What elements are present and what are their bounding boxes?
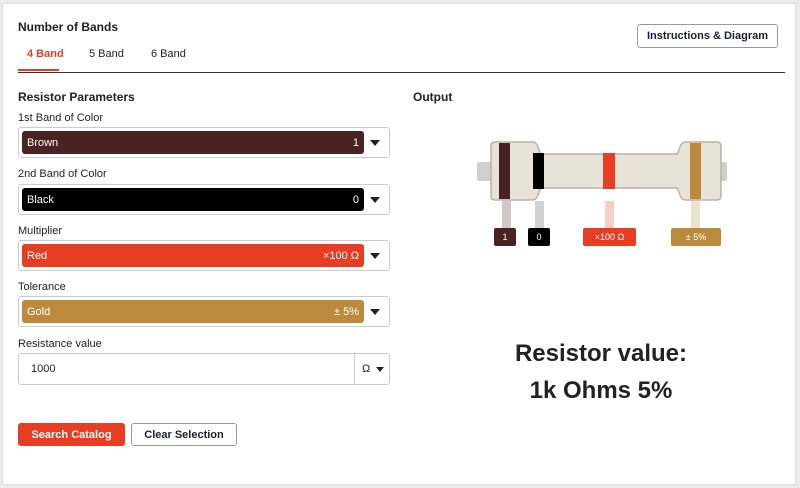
multiplier-selected-value: Red ×100 Ω — [22, 244, 364, 267]
band2-selected-value: Black 0 — [22, 188, 364, 211]
chevron-down-icon[interactable] — [376, 367, 384, 372]
multiplier-label: Multiplier — [18, 225, 63, 237]
chevron-down-icon[interactable] — [370, 253, 380, 259]
tolerance-leader-line — [691, 201, 700, 229]
multiplier-value: ×100 Ω — [322, 249, 359, 262]
band1-selected-value: Brown 1 — [22, 131, 364, 154]
resistor-band-2 — [533, 153, 544, 189]
band-2-leader-line — [535, 201, 544, 229]
unit-divider — [354, 354, 355, 384]
tab-5-band[interactable]: 5 Band — [89, 48, 124, 60]
resistance-value-field: Ω — [18, 353, 390, 385]
chevron-down-icon[interactable] — [370, 140, 380, 146]
tolerance-value-label: ± 5% — [671, 228, 721, 246]
band2-select[interactable]: Black 0 — [18, 184, 390, 215]
active-tab-indicator — [18, 69, 59, 71]
multiplier-color-name: Red — [27, 249, 48, 262]
output-title: Output — [413, 90, 453, 104]
tolerance-label: Tolerance — [18, 281, 66, 293]
resistor-parameters-title: Resistor Parameters — [18, 90, 135, 104]
tabs-divider — [18, 72, 785, 73]
resistance-value-input[interactable] — [20, 355, 352, 383]
band1-label: 1st Band of Color — [18, 112, 103, 124]
tolerance-selected-value: Gold ± 5% — [22, 300, 364, 323]
tolerance-value: ± 5% — [334, 305, 359, 318]
band-1-value-label: 1 — [494, 228, 516, 246]
search-catalog-button[interactable]: Search Catalog — [18, 423, 125, 446]
band1-color-name: Brown — [27, 136, 59, 149]
tolerance-select[interactable]: Gold ± 5% — [18, 296, 390, 327]
resistor-band-1 — [499, 143, 510, 199]
band2-digit: 0 — [352, 193, 359, 206]
resistor-value-result: 1k Ohms 5% — [529, 377, 673, 404]
band2-label: 2nd Band of Color — [18, 168, 107, 180]
band1-digit: 1 — [352, 136, 359, 149]
clear-selection-button[interactable]: Clear Selection — [131, 423, 237, 446]
multiplier-select[interactable]: Red ×100 Ω — [18, 240, 390, 271]
resistor-band-multiplier — [603, 153, 615, 189]
chevron-down-icon[interactable] — [370, 197, 380, 203]
unit-select[interactable]: Ω — [362, 363, 370, 375]
tab-4-band[interactable]: 4 Band — [27, 48, 64, 60]
band2-color-name: Black — [27, 193, 54, 206]
tab-6-band[interactable]: 6 Band — [151, 48, 186, 60]
resistance-value-label: Resistance value — [18, 338, 102, 350]
number-of-bands-title: Number of Bands — [18, 20, 119, 34]
instructions-diagram-button[interactable]: Instructions & Diagram — [637, 24, 778, 48]
band-2-value-label: 0 — [528, 228, 550, 246]
resistor-band-tolerance — [690, 143, 701, 199]
tolerance-color-name: Gold — [27, 305, 51, 318]
calculator-card: Number of Bands 4 Band 5 Band 6 Band Ins… — [2, 3, 796, 485]
multiplier-leader-line — [605, 201, 614, 229]
band-1-leader-line — [502, 201, 511, 229]
resistor-value-heading: Resistor value: — [514, 340, 688, 367]
band1-select[interactable]: Brown 1 — [18, 127, 390, 158]
multiplier-value-label: ×100 Ω — [583, 228, 636, 246]
chevron-down-icon[interactable] — [370, 309, 380, 315]
